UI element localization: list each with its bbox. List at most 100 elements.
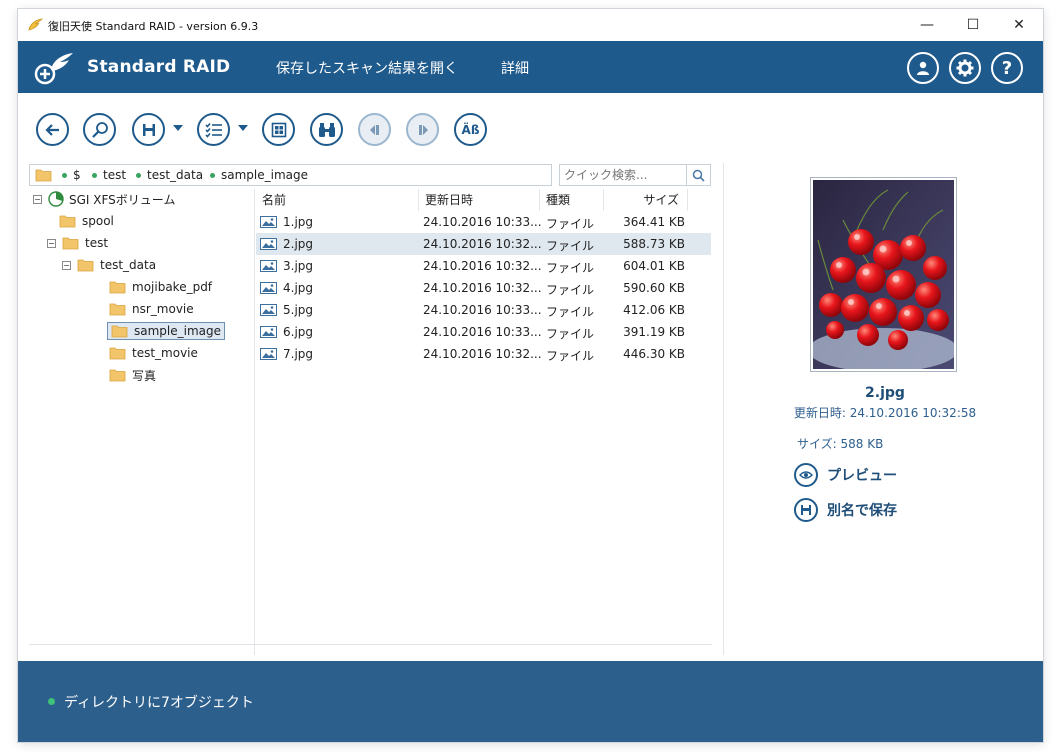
image-file-icon — [260, 216, 277, 228]
save-button[interactable] — [132, 113, 165, 146]
toolbar: Äß — [36, 113, 496, 147]
list-view-button[interactable] — [197, 113, 230, 146]
file-name: 2.jpg — [283, 237, 314, 251]
image-file-icon — [260, 238, 277, 250]
tree-node-sample-image[interactable]: sample_image — [107, 321, 226, 341]
app-window: 復旧天使 Standard RAID - version 6.9.3 — ☐ ✕… — [18, 9, 1043, 742]
file-size: 588.73 KB — [623, 237, 685, 251]
tree-node-test-movie[interactable]: test_movie — [109, 343, 198, 363]
status-bar: ディレクトリに7オブジェクト — [18, 661, 1043, 742]
tree-node-photos[interactable]: 写真 — [109, 365, 156, 385]
file-row[interactable]: 1.jpg 24.10.2016 10:33... ファイル 364.41 KB — [256, 211, 711, 233]
file-row[interactable]: 5.jpg 24.10.2016 10:33... ファイル 412.06 KB — [256, 299, 711, 321]
case-sensitive-button[interactable]: Äß — [454, 113, 487, 146]
path-segment[interactable]: $ — [62, 168, 81, 182]
tree-node-test[interactable]: − test — [47, 233, 108, 253]
status-dot-icon — [48, 698, 55, 705]
path-bar[interactable]: $ test test_data sample_image — [29, 164, 552, 186]
file-size: 364.41 KB — [623, 215, 685, 229]
file-type: ファイル — [546, 283, 595, 297]
tree-node-root[interactable]: − SGI XFSボリューム — [33, 189, 175, 209]
preview-button[interactable]: プレビュー — [794, 463, 897, 487]
column-header-type[interactable]: 種類 — [540, 189, 604, 211]
file-date: 24.10.2016 10:32... — [423, 347, 542, 361]
grid-view-button[interactable] — [262, 113, 295, 146]
column-header-size[interactable]: サイズ — [604, 189, 688, 211]
search-button[interactable] — [686, 165, 710, 185]
back-button[interactable] — [36, 113, 69, 146]
file-name: 4.jpg — [283, 281, 314, 295]
search-zoom-icon — [91, 121, 108, 138]
folder-icon — [109, 303, 126, 315]
minimize-button[interactable]: — — [904, 9, 950, 41]
file-date: 24.10.2016 10:32... — [423, 281, 542, 295]
path-segment[interactable]: test_data — [136, 168, 203, 182]
find-button[interactable] — [310, 113, 343, 146]
selected-file-name: 2.jpg — [865, 385, 905, 401]
help-button[interactable]: ? — [991, 52, 1023, 84]
brand-name: Standard RAID — [87, 57, 231, 77]
file-name: 7.jpg — [283, 347, 314, 361]
view-dropdown-icon[interactable] — [238, 125, 248, 131]
quick-search — [559, 164, 711, 186]
file-row[interactable]: 6.jpg 24.10.2016 10:33... ファイル 391.19 KB — [256, 321, 711, 343]
file-type: ファイル — [546, 305, 595, 319]
save-as-button[interactable]: 別名で保存 — [794, 498, 897, 522]
app-header: Standard RAID 保存したスキャン結果を開く 詳細 ? — [18, 41, 1043, 93]
file-date: 24.10.2016 10:32... — [423, 259, 542, 273]
next-button[interactable] — [406, 113, 439, 146]
search-input[interactable] — [560, 165, 687, 185]
file-name: 1.jpg — [283, 215, 314, 229]
user-button[interactable] — [907, 52, 939, 84]
folder-icon — [109, 281, 126, 293]
image-thumbnail[interactable] — [808, 177, 958, 372]
nav-open-scan[interactable]: 保存したスキャン結果を開く — [276, 58, 458, 78]
save-icon — [794, 498, 818, 522]
folder-tree: − SGI XFSボリューム spool − test − test_data … — [29, 189, 254, 653]
image-file-icon — [260, 348, 277, 360]
file-type: ファイル — [546, 349, 595, 363]
title-bar: 復旧天使 Standard RAID - version 6.9.3 — ☐ ✕ — [18, 9, 1043, 41]
list-icon — [204, 122, 222, 138]
file-row[interactable]: 2.jpg 24.10.2016 10:32... ファイル 588.73 KB — [256, 233, 711, 255]
prev-icon — [369, 124, 379, 135]
file-row[interactable]: 3.jpg 24.10.2016 10:32... ファイル 604.01 KB — [256, 255, 711, 277]
tree-node-mojibake-pdf[interactable]: mojibake_pdf — [109, 277, 212, 297]
image-file-icon — [260, 304, 277, 316]
collapse-icon[interactable]: − — [47, 238, 56, 248]
folder-icon — [62, 237, 79, 249]
grid-icon — [271, 122, 286, 137]
file-type: ファイル — [546, 327, 595, 341]
column-header-date[interactable]: 更新日時 — [419, 189, 540, 211]
user-icon — [917, 61, 929, 75]
file-row[interactable]: 4.jpg 24.10.2016 10:32... ファイル 590.60 KB — [256, 277, 711, 299]
tree-node-test-data[interactable]: − test_data — [62, 255, 156, 275]
file-size: 446.30 KB — [623, 347, 685, 361]
file-size: 412.06 KB — [623, 303, 685, 317]
maximize-button[interactable]: ☐ — [950, 9, 996, 41]
path-segment[interactable]: test — [92, 168, 126, 182]
tree-node-spool[interactable]: spool — [59, 211, 114, 231]
prev-button[interactable] — [358, 113, 391, 146]
file-size: 590.60 KB — [623, 281, 685, 295]
help-icon: ? — [1001, 57, 1013, 79]
tree-node-nsr-movie[interactable]: nsr_movie — [109, 299, 194, 319]
logo-icon — [34, 53, 73, 85]
collapse-icon[interactable]: − — [33, 194, 42, 204]
settings-button[interactable] — [949, 52, 981, 84]
search-zoom-button[interactable] — [83, 113, 116, 146]
nav-details[interactable]: 詳細 — [501, 58, 529, 78]
folder-icon — [109, 369, 126, 381]
cherries-thumbnail-image — [808, 180, 958, 372]
list-bottom-divider — [29, 644, 712, 645]
gear-icon — [956, 59, 974, 77]
column-header-name[interactable]: 名前 — [256, 189, 419, 211]
folder-icon — [111, 325, 128, 337]
collapse-icon[interactable]: − — [62, 260, 71, 270]
image-file-icon — [260, 326, 277, 338]
save-dropdown-icon[interactable] — [173, 125, 183, 131]
file-row[interactable]: 7.jpg 24.10.2016 10:32... ファイル 446.30 KB — [256, 343, 711, 365]
close-button[interactable]: ✕ — [996, 9, 1042, 41]
path-segment[interactable]: sample_image — [210, 168, 308, 182]
eye-icon — [794, 463, 818, 487]
